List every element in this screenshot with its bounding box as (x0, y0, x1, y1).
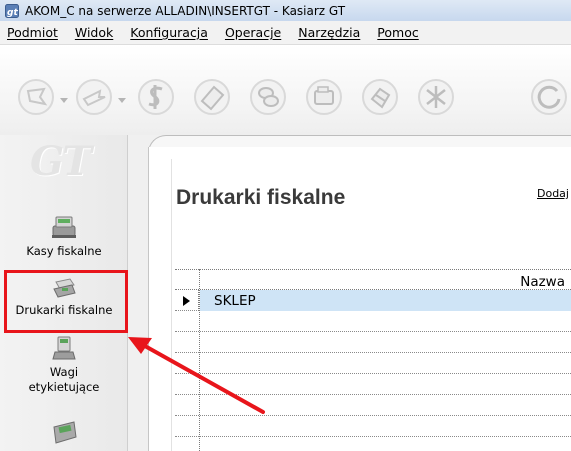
annotation-arrow (128, 337, 265, 414)
